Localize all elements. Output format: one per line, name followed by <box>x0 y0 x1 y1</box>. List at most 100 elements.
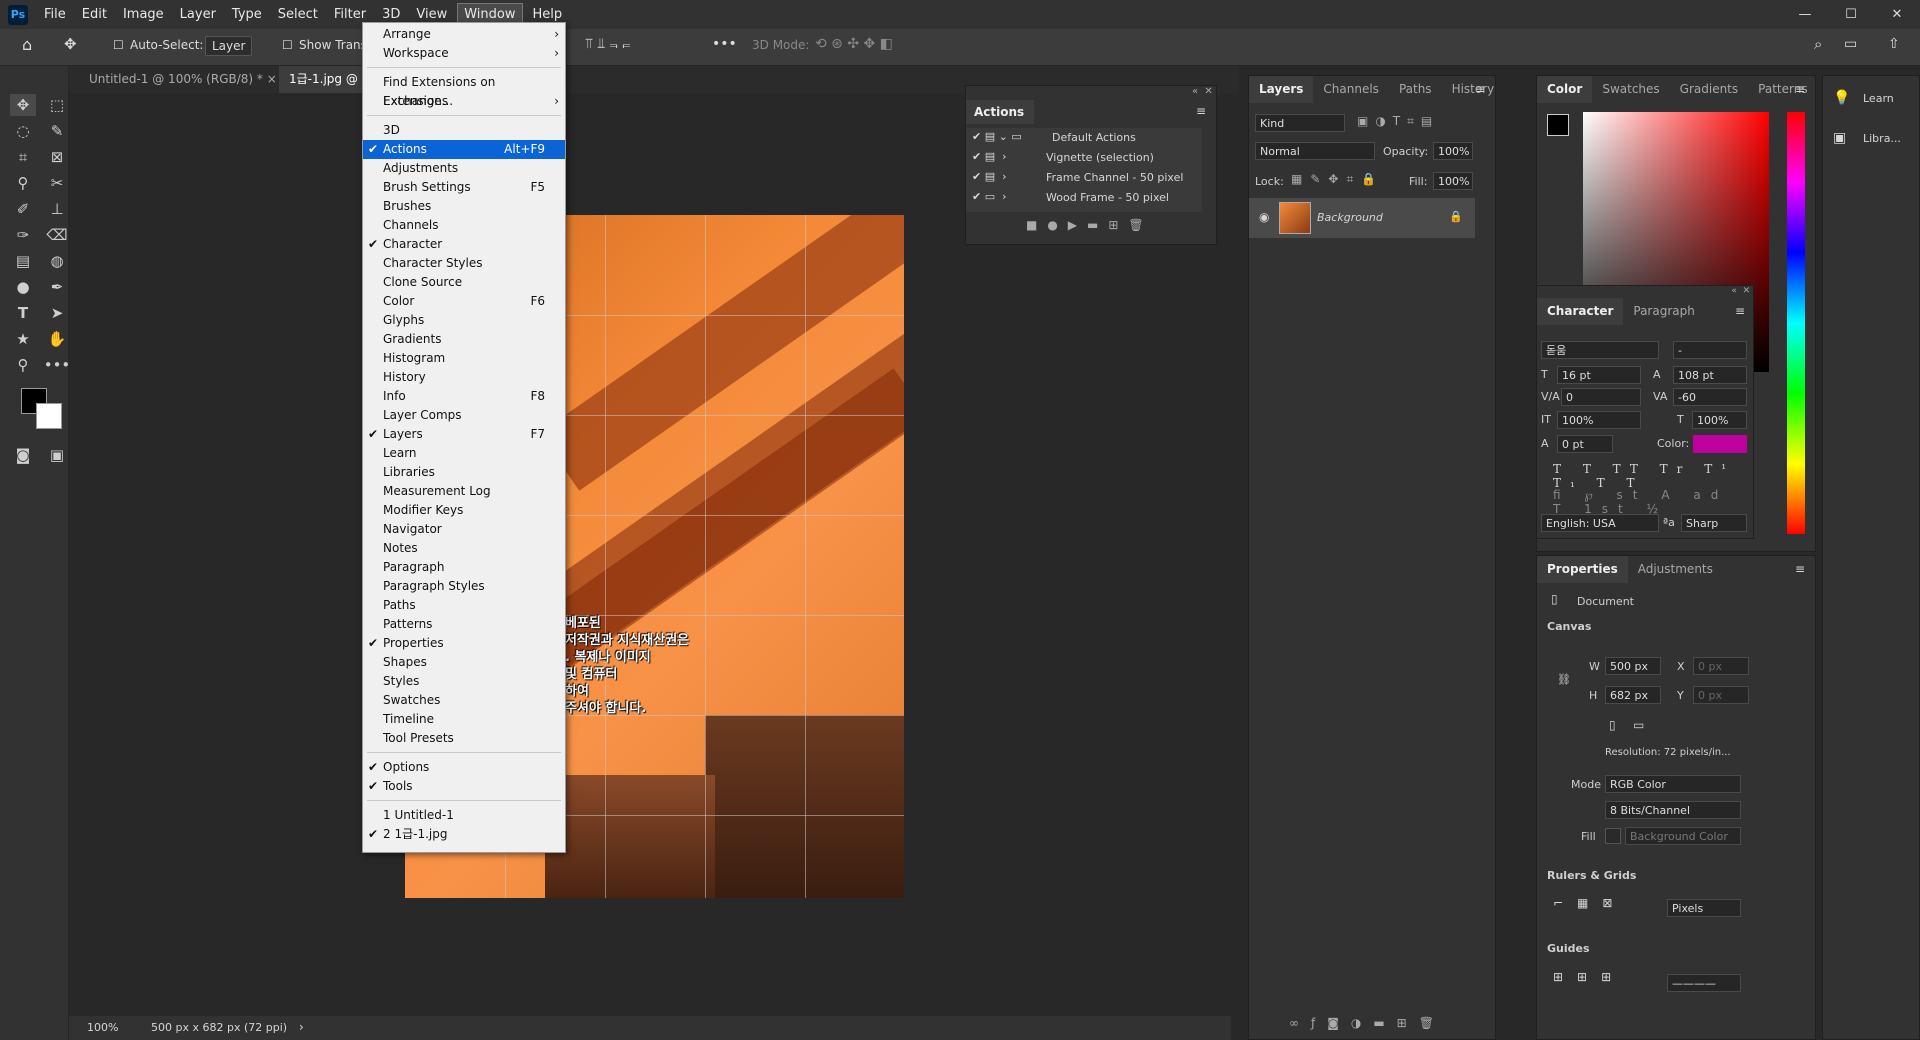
window-menu-item[interactable]: Paths <box>363 596 565 615</box>
window-menu-item[interactable]: Timeline <box>363 710 565 729</box>
layer-name[interactable]: Background <box>1317 211 1383 224</box>
units-dropdown[interactable]: Pixels <box>1667 899 1741 917</box>
layer-dropdown[interactable]: Layer <box>205 36 253 56</box>
window-menu-item[interactable]: Libraries <box>363 463 565 482</box>
search-icon[interactable]: ⌕ <box>1814 35 1822 53</box>
action-check-icon[interactable]: ✔ ▤ ⌄ ▭ <box>972 130 1022 143</box>
actions-tab[interactable]: Actions <box>966 100 1034 124</box>
window-menu-item[interactable]: Glyphs <box>363 311 565 330</box>
show-transform-checkbox[interactable]: ☐ <box>282 38 293 52</box>
window-menu-item[interactable]: Info F8 <box>363 387 565 406</box>
action-row[interactable]: Vignette (selection) <box>1046 151 1154 164</box>
window-menu-item[interactable]: Histogram <box>363 349 565 368</box>
move-tool-icon[interactable]: ✥ <box>10 94 36 116</box>
guides-title[interactable]: Guides <box>1547 942 1590 955</box>
menu-file[interactable]: File <box>38 4 72 25</box>
3d-mode-icons[interactable]: ⟲ ⊛ ✣ ✥ ◧ <box>815 36 893 52</box>
window-menu-item[interactable]: Notes <box>363 539 565 558</box>
panel-menu-icon[interactable]: ≡ <box>1475 82 1485 96</box>
font-style-field[interactable]: - <box>1673 341 1747 359</box>
align-icons[interactable]: ⫪ ⫫ ⫬ ⫭ <box>585 36 630 52</box>
landscape-icon[interactable]: ▭ <box>1633 718 1644 732</box>
tab-history[interactable]: History <box>1442 76 1505 103</box>
guide-style-dropdown[interactable]: ———— <box>1667 974 1741 992</box>
tab-gradients[interactable]: Gradients <box>1670 76 1748 103</box>
minimize-button[interactable]: — <box>1782 0 1828 29</box>
layer-filter-icons[interactable]: ▣◑T⌗▤ <box>1357 114 1439 129</box>
panel-menu-icon[interactable]: ≡ <box>1795 562 1805 576</box>
window-menu-item[interactable]: Measurement Log <box>363 482 565 501</box>
dodge-tool-icon[interactable]: ● <box>10 276 36 298</box>
link-icon[interactable]: ⛓ <box>1557 673 1571 686</box>
menu-type[interactable]: Type <box>226 4 268 25</box>
eyedropper-tool-icon[interactable]: ⚲ <box>10 172 36 194</box>
zoom-level[interactable]: 100% <box>87 1021 118 1034</box>
window-menu-item[interactable]: ✔ Actions Alt+F9 <box>363 140 565 159</box>
quick-select-tool-icon[interactable]: ✎ <box>44 120 70 142</box>
tab-untitled[interactable]: Untitled-1 @ 100% (RGB/8) * × <box>79 66 287 93</box>
window-menu-item[interactable]: Learn <box>363 444 565 463</box>
close-button[interactable]: ✕ <box>1874 0 1920 29</box>
window-menu-item[interactable]: Color F6 <box>363 292 565 311</box>
tracking-field[interactable]: -60 <box>1673 388 1747 406</box>
action-check-icon[interactable]: ✔ ▭ › <box>972 190 1007 203</box>
eye-icon[interactable]: ◉ <box>1259 210 1269 224</box>
fg-color-swatch[interactable] <box>1547 114 1569 136</box>
action-buttons[interactable]: ■●▶▬⊞🗑 <box>1026 218 1154 232</box>
type-tool-icon[interactable]: T <box>10 302 36 324</box>
text-style-buttons[interactable]: T T TT Tr T¹ T₁ T T <box>1553 462 1753 490</box>
tab-adjustments[interactable]: Adjustments <box>1628 556 1723 583</box>
window-menu-item[interactable]: Brushes <box>363 197 565 216</box>
healing-tool-icon[interactable]: ✂ <box>44 172 70 194</box>
font-size-field[interactable]: 16 pt <box>1557 366 1641 384</box>
leading-field[interactable]: 108 pt <box>1673 366 1747 384</box>
workspace-icon[interactable]: ▭ <box>1844 36 1857 52</box>
window-menu-item[interactable]: Patterns <box>363 615 565 634</box>
background-color-swatch[interactable] <box>36 403 62 429</box>
opentype-buttons[interactable]: ﬁ ℘ st A ad T 1st ½ <box>1553 488 1753 516</box>
window-menu-item[interactable]: Extensions › <box>363 92 565 111</box>
layer-row[interactable]: ◉ Background 🔒 <box>1249 198 1475 238</box>
window-menu-item[interactable]: Paragraph Styles <box>363 577 565 596</box>
window-menu-item[interactable]: Paragraph <box>363 558 565 577</box>
vertical-scale-field[interactable]: 100% <box>1557 411 1641 429</box>
gradient-tool-icon[interactable]: ▤ <box>10 250 36 272</box>
rulers-grids-title[interactable]: Rulers & Grids <box>1547 869 1636 882</box>
stamp-tool-icon[interactable]: ⊥ <box>44 198 70 220</box>
share-icon[interactable]: ⇧ <box>1888 36 1900 52</box>
panel-collapse-icon[interactable]: « ✕ <box>1537 286 1753 298</box>
window-menu-item[interactable]: ✔ Properties <box>363 634 565 653</box>
frame-tool-icon[interactable]: ⊠ <box>44 146 70 168</box>
window-menu-item[interactable]: ✔ Options <box>363 758 565 777</box>
tab-close-icon[interactable]: × <box>267 72 277 86</box>
tab-swatches[interactable]: Swatches <box>1592 76 1669 103</box>
guides-icons[interactable]: ⊞⊞⊞ <box>1553 970 1625 984</box>
menu-image[interactable]: Image <box>117 4 170 25</box>
text-color-swatch[interactable] <box>1693 435 1747 453</box>
action-check-icon[interactable]: ✔ ▤ › <box>972 150 1007 163</box>
window-menu-item[interactable]: 1 Untitled-1 <box>363 806 565 825</box>
brush-tool-icon[interactable]: ✐ <box>10 198 36 220</box>
panel-menu-icon[interactable]: ≡ <box>1735 304 1745 318</box>
menu-layer[interactable]: Layer <box>174 4 222 25</box>
panel-menu-icon[interactable]: ≡ <box>1795 82 1805 96</box>
window-menu-item[interactable]: Swatches <box>363 691 565 710</box>
hue-slider[interactable] <box>1787 112 1805 534</box>
fill-dropdown[interactable]: Background Color <box>1625 827 1741 845</box>
window-menu-item[interactable]: ✔ Tools <box>363 777 565 796</box>
move-tool-icon[interactable]: ✥ <box>64 35 77 53</box>
window-menu-item[interactable]: ✔ Character <box>363 235 565 254</box>
action-row[interactable]: Frame Channel - 50 pixel <box>1046 171 1183 184</box>
kerning-field[interactable]: 0 <box>1561 388 1641 406</box>
fill-field[interactable]: 100% <box>1433 172 1473 190</box>
libraries-item[interactable]: Libra... <box>1863 132 1901 145</box>
window-menu-item[interactable]: Arrange › <box>363 25 565 44</box>
eraser-tool-icon[interactable]: ⌫ <box>44 224 70 246</box>
language-dropdown[interactable]: English: USA <box>1541 514 1659 532</box>
panel-collapse-icon[interactable]: « ✕ <box>966 86 1216 100</box>
kind-filter[interactable]: Kind <box>1255 114 1345 132</box>
history-brush-icon[interactable]: ✑ <box>10 224 36 246</box>
horizontal-scale-field[interactable]: 100% <box>1692 411 1747 429</box>
path-select-tool-icon[interactable]: ➤ <box>44 302 70 324</box>
more-tools-icon[interactable]: ••• <box>44 354 71 376</box>
